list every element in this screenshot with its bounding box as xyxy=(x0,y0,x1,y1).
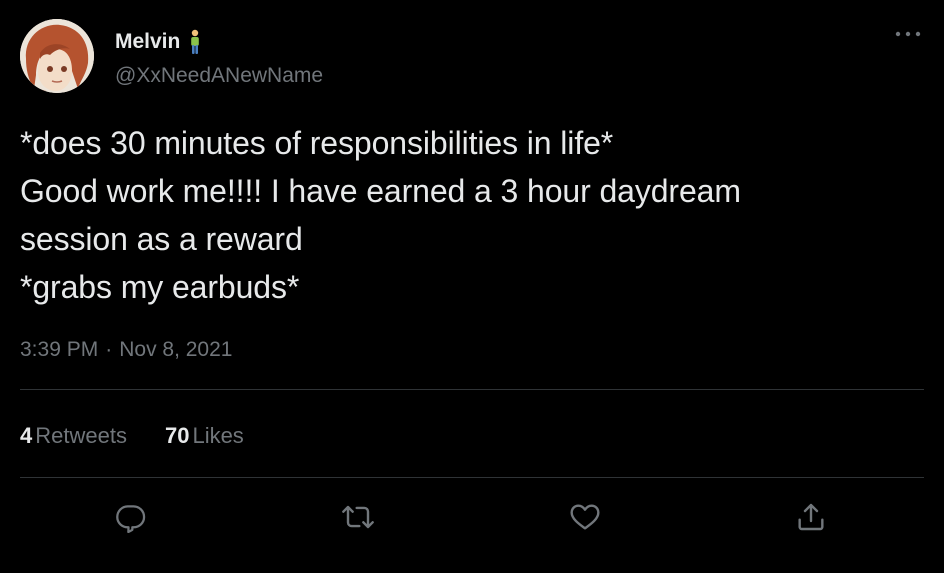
more-dots-icon xyxy=(895,31,921,37)
tweet-text-line: *does 30 minutes of responsibilities in … xyxy=(20,125,614,161)
tweet-date: Nov 8, 2021 xyxy=(119,338,233,361)
tweet-stats: 4 Retweets 70 Likes xyxy=(20,420,244,452)
avatar[interactable] xyxy=(20,19,94,93)
divider xyxy=(20,477,924,478)
share-icon xyxy=(798,503,824,531)
divider xyxy=(20,389,924,390)
likes-label: Likes xyxy=(192,423,244,448)
tweet-timestamp[interactable]: 3:39 PM · Nov 8, 2021 xyxy=(20,336,232,364)
tweet-text-line: Good work me!!!! I have earned a 3 hour … xyxy=(20,173,741,209)
author-handle[interactable]: @XxNeedANewName xyxy=(115,62,323,90)
tweet-text: *does 30 minutes of responsibilities in … xyxy=(20,119,920,311)
more-options-button[interactable] xyxy=(893,24,923,44)
tweet-text-line: session as a reward xyxy=(20,221,303,257)
likes-stat[interactable]: 70 Likes xyxy=(165,423,244,449)
tweet-text-line: *grabs my earbuds* xyxy=(20,269,300,305)
person-emoji-icon xyxy=(191,29,200,54)
avatar-image xyxy=(20,19,94,93)
tweet-time: 3:39 PM xyxy=(20,338,99,361)
retweets-label: Retweets xyxy=(35,423,127,448)
reply-icon xyxy=(116,505,146,533)
retweets-count: 4 xyxy=(20,423,33,448)
timestamp-separator: · xyxy=(105,338,113,361)
display-name[interactable]: Melvin xyxy=(115,28,180,56)
share-button[interactable] xyxy=(791,497,831,537)
retweet-icon xyxy=(342,505,374,529)
heart-icon xyxy=(570,504,600,530)
reply-button[interactable] xyxy=(111,497,151,537)
retweet-button[interactable] xyxy=(338,497,378,537)
like-button[interactable] xyxy=(565,497,605,537)
likes-count: 70 xyxy=(164,423,190,448)
retweets-stat[interactable]: 4 Retweets xyxy=(20,423,127,449)
author-name-row: Melvin xyxy=(115,28,202,56)
tweet-card: Melvin @XxNeedANewName *does 30 minutes … xyxy=(0,0,944,573)
